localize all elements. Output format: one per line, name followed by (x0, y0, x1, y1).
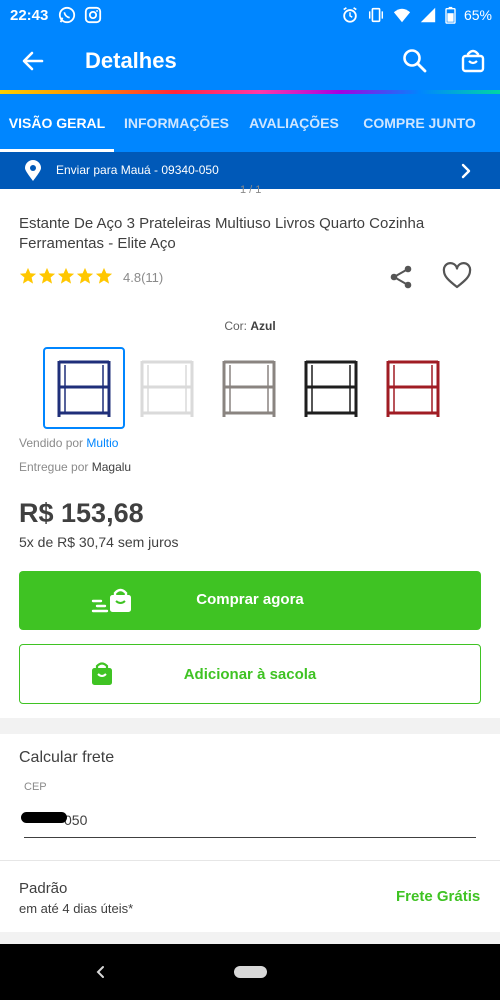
whatsapp-icon (58, 6, 76, 24)
color-swatch-vermelho[interactable] (372, 347, 454, 429)
rating-stars (19, 267, 113, 285)
heart-icon[interactable] (442, 262, 472, 290)
shopping-bag-icon[interactable] (458, 46, 488, 76)
shelf-thumbnail-branco (140, 360, 194, 417)
vibrate-icon (368, 7, 383, 23)
share-icon[interactable] (388, 264, 414, 290)
app-header: Detalhes (0, 30, 500, 90)
signal-icon (420, 7, 436, 23)
rating-score[interactable]: 4.8(11) (123, 270, 163, 285)
status-time: 22:43 (10, 7, 49, 24)
nav-home-pill[interactable] (234, 966, 267, 978)
shelf-thumbnail-vermelho (386, 360, 440, 417)
section-divider (0, 932, 500, 944)
shipping-address-text: Enviar para Mauá - 09340-050 (56, 163, 219, 177)
cep-input[interactable]: 050 (24, 812, 476, 838)
selected-color-name: Azul (250, 319, 276, 333)
color-swatch-cinza[interactable] (208, 347, 290, 429)
shelf-thumbnail-cinza (222, 360, 276, 417)
location-pin-icon (25, 160, 41, 181)
page-title: Detalhes (85, 48, 177, 73)
color-swatch-preto[interactable] (290, 347, 372, 429)
installments-text: 5x de R$ 30,74 sem juros (19, 534, 179, 550)
redacted-cep-prefix (21, 812, 67, 823)
color-label: Cor: Azul (224, 319, 276, 333)
buy-now-button[interactable]: Comprar agora (19, 571, 481, 630)
section-divider (0, 718, 500, 734)
battery-percentage: 65% (463, 7, 492, 23)
shipping-calc-title: Calcular frete (19, 749, 115, 766)
star-icon (57, 267, 75, 284)
cep-input-value: 050 (64, 812, 88, 828)
tab-bar: VISÃO GERAL INFORMAÇÕES AVALIAÇÕES COMPR… (0, 94, 500, 152)
product-title: Estante De Aço 3 Prateleiras Multiuso Li… (19, 215, 425, 252)
delivered-by: Entregue por Magalu (19, 460, 132, 474)
shipping-option-price: Frete Grátis (396, 888, 481, 905)
battery-icon (445, 6, 456, 24)
product-price: R$ 153,68 (19, 498, 144, 528)
divider (0, 860, 500, 861)
chevron-right-icon (461, 163, 471, 179)
delivery-partner: Magalu (91, 460, 132, 474)
add-to-bag-button[interactable]: Adicionar à sacola (19, 644, 481, 704)
back-arrow-icon[interactable] (18, 46, 48, 76)
buy-now-label: Comprar agora (196, 591, 304, 608)
add-to-bag-label: Adicionar à sacola (183, 666, 317, 683)
color-swatch-branco[interactable] (126, 347, 208, 429)
tab-visao-geral[interactable]: VISÃO GERAL (0, 94, 114, 152)
shelf-thumbnail-azul (57, 360, 111, 417)
shipping-option-name: Padrão (19, 880, 68, 897)
cep-label: CEP (24, 781, 47, 793)
gallery-pager: 1 / 1 (240, 184, 262, 196)
tab-compre-junto[interactable]: COMPRE JUNTO (349, 94, 490, 152)
shipping-option-time: em até 4 dias úteis* (19, 901, 134, 916)
star-icon (38, 267, 56, 284)
tab-avaliacoes[interactable]: AVALIAÇÕES (239, 94, 349, 152)
wifi-icon (393, 8, 411, 23)
alarm-icon (343, 7, 357, 23)
status-bar: 22:43 65% (0, 0, 500, 30)
star-icon (95, 267, 113, 284)
tab-informacoes[interactable]: INFORMAÇÕES (114, 94, 239, 152)
sold-by: Vendido por Multio (19, 436, 119, 450)
search-icon[interactable] (400, 46, 430, 76)
color-swatch-azul[interactable] (43, 347, 125, 429)
seller-link[interactable]: Multio (86, 436, 118, 450)
instagram-icon (84, 6, 102, 24)
star-icon (76, 267, 94, 284)
nav-back-icon[interactable] (94, 964, 108, 980)
shelf-thumbnail-preto (304, 360, 358, 417)
star-icon (19, 267, 37, 284)
